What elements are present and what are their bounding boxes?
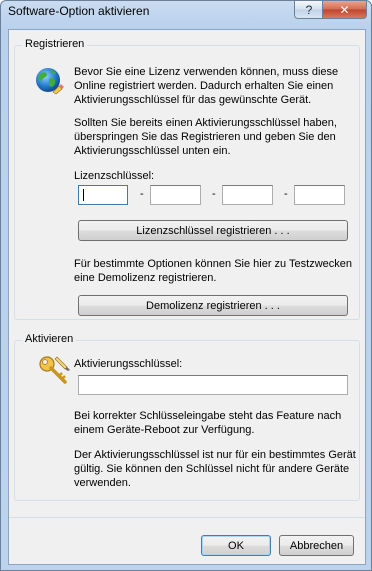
activation-key-label: Aktivierungsschlüssel: <box>74 358 183 370</box>
dialog-content: Registrieren Bevor Sie eine Lizenz verwe… <box>8 29 366 565</box>
activate-group: Aktivieren Aktivierungsschlüssel: Bei ko… <box>14 333 360 501</box>
window-title: Software-Option aktivieren <box>8 4 150 18</box>
activation-key-field[interactable] <box>78 375 348 395</box>
license-key-part-2[interactable] <box>150 185 201 205</box>
close-button[interactable]: ✕ <box>322 1 367 19</box>
reboot-info-text: Bei korrekter Schlüsseleingabe steht das… <box>74 410 342 436</box>
key-separator: - <box>140 188 144 200</box>
dialog-window: Software-Option aktivieren ? ✕ Registrie… <box>0 0 372 571</box>
ok-button[interactable]: OK <box>201 535 271 556</box>
license-key-part-4[interactable] <box>294 185 345 205</box>
license-key-part-1[interactable] <box>78 185 128 205</box>
key-separator: - <box>212 188 216 200</box>
license-key-part-3[interactable] <box>222 185 273 205</box>
key-icon <box>39 356 70 384</box>
register-intro-text: Bevor Sie eine Lizenz verwenden können, … <box>74 66 339 106</box>
register-license-button[interactable]: Lizenzschlüssel registrieren . . . <box>78 220 348 241</box>
register-skip-text: Sollten Sie bereits einen Aktivierungssc… <box>74 117 337 157</box>
title-bar[interactable]: Software-Option aktivieren ? ✕ <box>1 1 371 25</box>
help-button[interactable]: ? <box>294 1 324 19</box>
demo-license-text: Für bestimmte Optionen können Sie hier z… <box>74 258 352 284</box>
globe-icon <box>36 68 64 95</box>
register-demo-button[interactable]: Demolizenz registrieren . . . <box>78 295 348 316</box>
activate-group-label: Aktivieren <box>22 333 77 345</box>
key-separator: - <box>284 188 288 200</box>
register-group: Registrieren Bevor Sie eine Lizenz verwe… <box>14 38 360 320</box>
device-info-text: Der Aktivierungsschlüssel ist nur für ei… <box>74 449 356 489</box>
cancel-button[interactable]: Abbrechen <box>279 535 354 556</box>
license-key-label: Lizenzschlüssel: <box>74 170 155 182</box>
footer-divider <box>9 517 365 518</box>
register-group-label: Registrieren <box>22 38 88 50</box>
